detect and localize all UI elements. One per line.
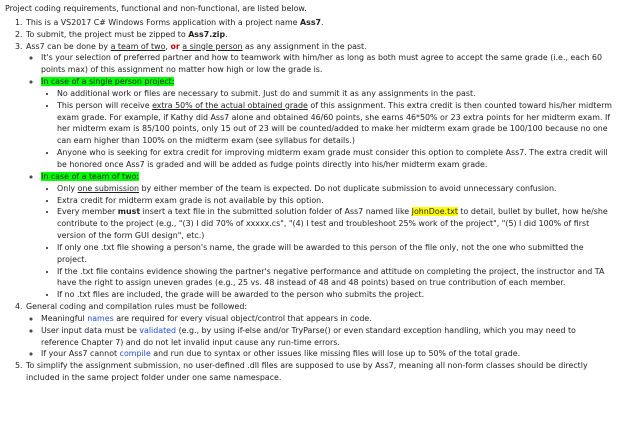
johndoe-file-name: JohnDoe.txt: [411, 207, 458, 217]
team-b1-pre: Only: [57, 183, 78, 193]
compile-keyword: compile: [119, 349, 151, 359]
team-bullet-3: Every member must insert a text file in …: [57, 206, 612, 242]
item1-text: This is a VS2017 C# Windows Forms applic…: [26, 17, 301, 27]
requirement-item-4: General coding and compilation rules mus…: [25, 301, 612, 360]
must-bold: must: [117, 207, 141, 217]
names-keyword: names: [87, 313, 114, 323]
team-bullet-1: Only one submission by either member of …: [57, 183, 612, 195]
coding-rules-list: Meaningful names are required for every …: [26, 313, 612, 360]
rule-validation: User input data must be validated (e.g.,…: [41, 325, 612, 349]
single-person-text: a single person: [182, 41, 243, 51]
item2-end: .: [225, 29, 228, 39]
one-submission-underline: one submission: [77, 183, 140, 193]
team-list: Only one submission by either member of …: [41, 183, 612, 301]
rule-names-pre: Meaningful: [41, 313, 88, 323]
rule-compile-pre: If your Ass7 cannot: [41, 349, 120, 359]
single-person-section: In case of a single person project: No a…: [41, 76, 612, 171]
team-bullet-4: If only one .txt file showing a person's…: [57, 242, 612, 266]
single-bullet-1: No additional work or files are necessar…: [57, 88, 612, 100]
rule-validation-pre: User input data must be: [41, 325, 140, 335]
item3-sublist: It's your selection of preferred partner…: [26, 52, 612, 301]
item3-text: Ass7 can be done by: [26, 41, 111, 51]
document-page: Project coding requirements, functional …: [0, 0, 616, 431]
single-bullet-2: This person will receive extra 50% of th…: [57, 100, 612, 147]
single-bullet-3: Anyone who is seeking for extra credit f…: [57, 147, 612, 171]
single-b2-pre: This person will receive: [57, 100, 153, 110]
requirement-item-2: To submit, the project must be zipped to…: [25, 29, 612, 41]
requirement-item-5: To simplify the assignment submission, n…: [25, 360, 612, 384]
rule-names: Meaningful names are required for every …: [41, 313, 612, 325]
team-heading: In case of a team of two:: [41, 171, 140, 181]
intro-text: Project coding requirements, functional …: [5, 4, 307, 13]
single-person-list: No additional work or files are necessar…: [41, 88, 612, 171]
or-text: or: [170, 41, 180, 51]
rule-compile: If your Ass7 cannot compile and run due …: [41, 348, 612, 360]
team-bullet-2: Extra credit for midterm exam grade is n…: [57, 195, 612, 207]
rule-compile-post: and run due to syntax or other issues li…: [150, 349, 521, 359]
team-bullet-6: If no .txt files are included, the grade…: [57, 289, 612, 301]
requirement-item-1: This is a VS2017 C# Windows Forms applic…: [25, 17, 612, 29]
zip-name: Ass7.zip: [188, 29, 226, 39]
item2-text: To submit, the project must be zipped to: [26, 29, 189, 39]
extra-credit-underline: extra 50% of the actual obtained grade: [152, 100, 308, 110]
team-b1-post: by either member of the team is expected…: [139, 183, 557, 193]
preference-note: It's your selection of preferred partner…: [41, 52, 612, 76]
item1-end: .: [321, 17, 324, 27]
team-of-two-text: a team of two: [110, 41, 166, 51]
requirements-list: This is a VS2017 C# Windows Forms applic…: [4, 17, 612, 384]
team-bullet-5: If the .txt file contains evidence showi…: [57, 266, 612, 290]
item4-text: General coding and compilation rules mus…: [26, 302, 248, 312]
single-person-heading: In case of a single person project:: [41, 77, 175, 87]
rule-names-post: are required for every visual object/con…: [113, 313, 372, 323]
team-section: In case of a team of two: Only one submi…: [41, 171, 612, 301]
project-name: Ass7: [300, 17, 322, 27]
team-b3-mid: insert a text file in the submitted solu…: [140, 207, 412, 217]
requirement-item-3: Ass7 can be done by a team of two, or a …: [25, 41, 612, 302]
item3-end: as any assignment in the past.: [242, 41, 367, 51]
validated-keyword: validated: [139, 325, 177, 335]
team-b3-pre: Every member: [57, 207, 118, 217]
